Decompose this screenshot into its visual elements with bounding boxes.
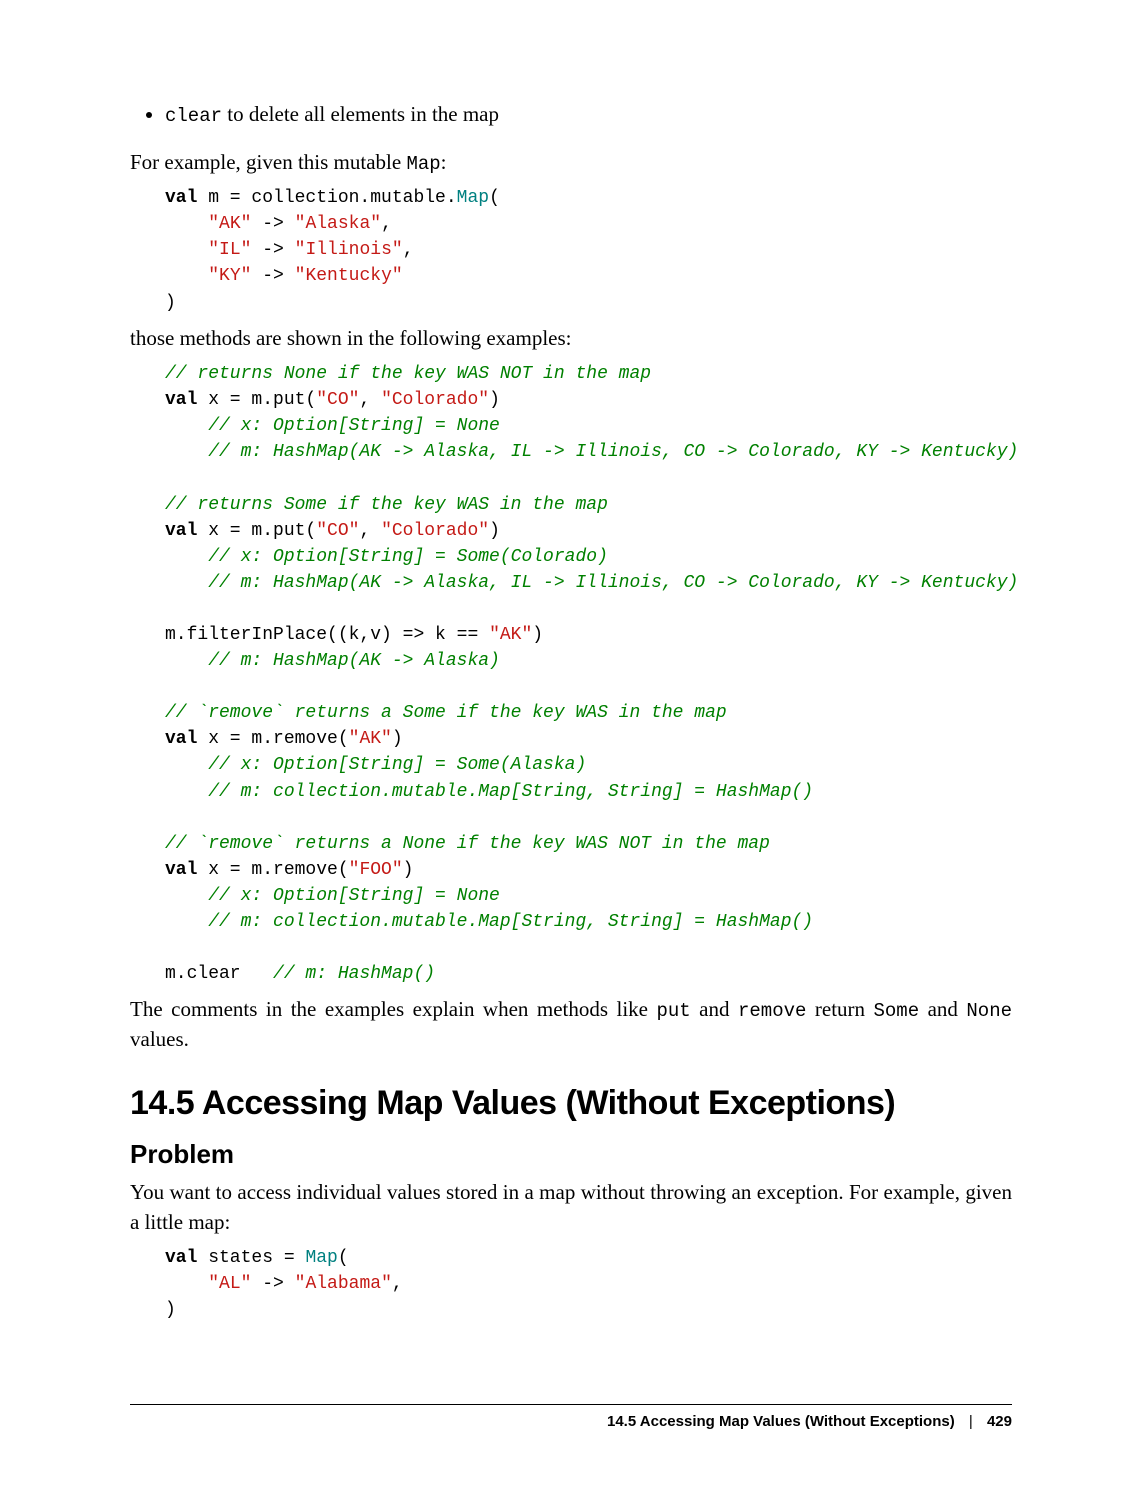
bullet-list: clear to delete all elements in the map <box>130 100 1012 130</box>
code-comment: // m: collection.mutable.Map[String, Str… <box>165 782 813 802</box>
code-text: states = <box>197 1248 305 1268</box>
code-string: "Colorado" <box>381 390 489 410</box>
code-text: m.filterInPlace((k,v) => k == <box>165 625 489 645</box>
paragraph: those methods are shown in the following… <box>130 324 1012 353</box>
code-block: val m = collection.mutable.Map( "AK" -> … <box>165 185 1012 315</box>
code-block: val states = Map( "AL" -> "Alabama", ) <box>165 1245 1012 1323</box>
code-keyword: val <box>165 860 197 880</box>
code-keyword: val <box>165 521 197 541</box>
inline-code: None <box>966 1000 1012 1022</box>
code-text: , <box>403 240 414 260</box>
bullet-item: clear to delete all elements in the map <box>165 100 1012 130</box>
code-text: ( <box>489 188 500 208</box>
code-comment: // returns None if the key WAS NOT in th… <box>165 364 651 384</box>
code-text: , <box>359 521 381 541</box>
code-text: x = m.remove( <box>197 860 348 880</box>
code-text: x = m.put( <box>197 390 316 410</box>
page-footer: 14.5 Accessing Map Values (Without Excep… <box>130 1404 1012 1430</box>
text: The comments in the examples explain whe… <box>130 997 656 1021</box>
text: return <box>806 997 873 1021</box>
code-text: -> <box>251 240 294 260</box>
code-type: Map <box>305 1248 337 1268</box>
code-string: "CO" <box>316 390 359 410</box>
code-string: "AK" <box>208 214 251 234</box>
code-comment: // m: HashMap(AK -> Alaska) <box>165 651 500 671</box>
text: and <box>919 997 966 1021</box>
code-type: Map <box>457 188 489 208</box>
code-string: "AK" <box>489 625 532 645</box>
code-string: "Colorado" <box>381 521 489 541</box>
code-text <box>165 266 208 286</box>
code-string: "AL" <box>208 1274 251 1294</box>
code-keyword: val <box>165 188 197 208</box>
code-text: -> <box>251 266 294 286</box>
subsection-heading: Problem <box>130 1139 1012 1170</box>
code-comment: // x: Option[String] = Some(Alaska) <box>165 755 586 775</box>
code-text: ) <box>489 390 500 410</box>
code-text: , <box>392 1274 403 1294</box>
code-comment: // x: Option[String] = Some(Colorado) <box>165 547 608 567</box>
page-container: clear to delete all elements in the map … <box>0 0 1142 1500</box>
code-comment: // `remove` returns a None if the key WA… <box>165 834 770 854</box>
inline-code: remove <box>738 1000 806 1022</box>
code-string: "Alaska" <box>295 214 381 234</box>
footer-title: 14.5 Accessing Map Values (Without Excep… <box>607 1413 955 1430</box>
code-text: m = collection.mutable. <box>197 188 456 208</box>
code-text: , <box>359 390 381 410</box>
inline-code: Some <box>874 1000 920 1022</box>
page-number: 429 <box>987 1413 1012 1430</box>
code-string: "AK" <box>349 729 392 749</box>
section-heading: 14.5 Accessing Map Values (Without Excep… <box>130 1084 1012 1123</box>
code-comment: // m: HashMap(AK -> Alaska, IL -> Illino… <box>165 573 1018 593</box>
code-text: ( <box>338 1248 349 1268</box>
footer-separator: | <box>969 1413 973 1430</box>
inline-code: Map <box>406 153 440 175</box>
text: : <box>441 150 447 174</box>
code-text: ) <box>165 1300 176 1320</box>
text: For example, given this mutable <box>130 150 406 174</box>
code-text: ) <box>489 521 500 541</box>
code-text: ) <box>532 625 543 645</box>
code-block: // returns None if the key WAS NOT in th… <box>165 361 1012 987</box>
paragraph: For example, given this mutable Map: <box>130 148 1012 178</box>
code-string: "Kentucky" <box>295 266 403 286</box>
code-comment: // m: HashMap(AK -> Alaska, IL -> Illino… <box>165 442 1018 462</box>
code-text: , <box>381 214 392 234</box>
code-keyword: val <box>165 1248 197 1268</box>
code-text: -> <box>251 214 294 234</box>
code-text: x = m.put( <box>197 521 316 541</box>
code-keyword: val <box>165 729 197 749</box>
code-string: "IL" <box>208 240 251 260</box>
code-text: x = m.remove( <box>197 729 348 749</box>
code-text <box>165 214 208 234</box>
code-text: ) <box>165 293 176 313</box>
code-keyword: val <box>165 390 197 410</box>
code-comment: // x: Option[String] = None <box>165 416 500 436</box>
code-text: ) <box>403 860 414 880</box>
code-comment: // returns Some if the key WAS in the ma… <box>165 495 608 515</box>
text: and <box>691 997 738 1021</box>
code-comment: // `remove` returns a Some if the key WA… <box>165 703 727 723</box>
code-comment: // m: HashMap() <box>273 964 435 984</box>
code-comment: // m: collection.mutable.Map[String, Str… <box>165 912 813 932</box>
code-comment: // x: Option[String] = None <box>165 886 500 906</box>
code-text: -> <box>251 1274 294 1294</box>
code-text: ) <box>392 729 403 749</box>
inline-code: clear <box>165 105 222 127</box>
paragraph: You want to access individual values sto… <box>130 1178 1012 1237</box>
inline-code: put <box>656 1000 690 1022</box>
paragraph: The comments in the examples explain whe… <box>130 995 1012 1054</box>
code-string: "Illinois" <box>295 240 403 260</box>
code-text: m.clear <box>165 964 273 984</box>
code-text <box>165 1274 208 1294</box>
code-text <box>165 240 208 260</box>
text: values. <box>130 1027 189 1051</box>
code-string: "Alabama" <box>295 1274 392 1294</box>
code-string: "CO" <box>316 521 359 541</box>
code-string: "KY" <box>208 266 251 286</box>
bullet-text: to delete all elements in the map <box>222 102 499 126</box>
code-string: "FOO" <box>349 860 403 880</box>
